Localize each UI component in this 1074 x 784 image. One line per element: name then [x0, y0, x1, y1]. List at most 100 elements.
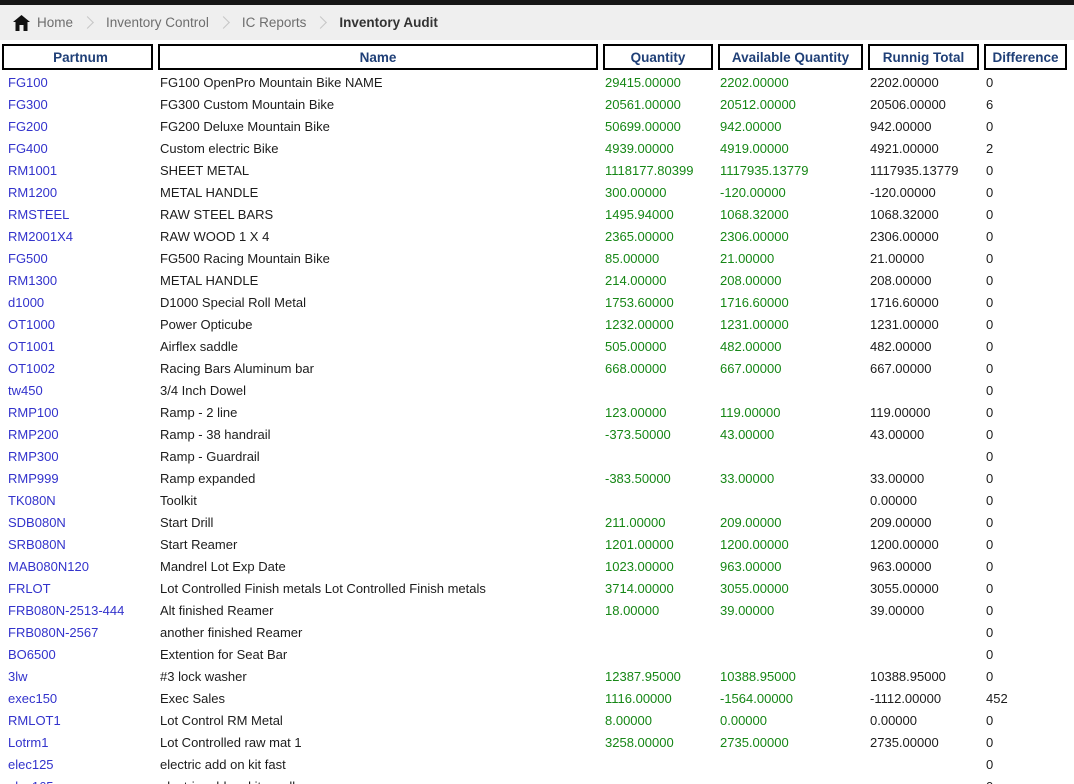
name-cell: Lot Controlled raw mat 1 — [158, 732, 598, 754]
running-total-cell: 2202.00000 — [868, 72, 979, 94]
difference-cell: 0 — [984, 160, 1067, 182]
quantity-cell: 211.00000 — [603, 512, 713, 534]
partnum-link[interactable]: FRB080N-2513-444 — [8, 603, 124, 618]
breadcrumb-item-inventory-control[interactable]: Inventory Control — [106, 15, 209, 30]
available-quantity-cell: 21.00000 — [718, 248, 863, 270]
partnum-link[interactable]: FG500 — [8, 251, 48, 266]
running-total-cell: 119.00000 — [868, 402, 979, 424]
quantity-cell: 1201.00000 — [603, 534, 713, 556]
partnum-link[interactable]: OT1000 — [8, 317, 55, 332]
partnum-link[interactable]: FRLOT — [8, 581, 51, 596]
quantity-cell: 214.00000 — [603, 270, 713, 292]
partnum-link[interactable]: RMP200 — [8, 427, 59, 442]
partnum-cell: RMSTEEL — [2, 204, 153, 226]
name-cell: Ramp expanded — [158, 468, 598, 490]
column-header-partnum[interactable]: Partnum — [2, 44, 153, 70]
difference-cell: 0 — [984, 710, 1067, 732]
partnum-link[interactable]: FRB080N-2567 — [8, 625, 98, 640]
name-cell: FG200 Deluxe Mountain Bike — [158, 116, 598, 138]
name-cell: Lot Controlled Finish metals Lot Control… — [158, 578, 598, 600]
partnum-cell: RM2001X4 — [2, 226, 153, 248]
partnum-link[interactable]: BO6500 — [8, 647, 56, 662]
name-cell: 3/4 Inch Dowel — [158, 380, 598, 402]
column-header-available-quantity[interactable]: Available Quantity — [718, 44, 863, 70]
partnum-link[interactable]: 3lw — [8, 669, 28, 684]
difference-cell: 0 — [984, 578, 1067, 600]
chevron-right-icon — [81, 16, 94, 29]
running-total-cell: 3055.00000 — [868, 578, 979, 600]
name-cell: electric add on kit fast — [158, 754, 598, 776]
name-cell: Exec Sales — [158, 688, 598, 710]
table-row: elec165 electric add on kit smaller 0 — [2, 776, 1074, 784]
quantity-cell: 18.00000 — [603, 600, 713, 622]
running-total-cell: 963.00000 — [868, 556, 979, 578]
column-header-running-total[interactable]: Runnig Total — [868, 44, 979, 70]
table-row: FG300 FG300 Custom Mountain Bike 20561.0… — [2, 94, 1074, 116]
partnum-link[interactable]: FG100 — [8, 75, 48, 90]
partnum-link[interactable]: elec125 — [8, 757, 54, 772]
partnum-link[interactable]: RM1200 — [8, 185, 57, 200]
partnum-link[interactable]: OT1002 — [8, 361, 55, 376]
table-row: RMP100 Ramp - 2 line 123.00000 119.00000… — [2, 402, 1074, 424]
available-quantity-cell: 10388.95000 — [718, 666, 863, 688]
column-header-quantity[interactable]: Quantity — [603, 44, 713, 70]
breadcrumb-item-home[interactable]: Home — [13, 15, 73, 31]
partnum-link[interactable]: TK080N — [8, 493, 56, 508]
quantity-cell: 1118177.80399 — [603, 160, 713, 182]
partnum-link[interactable]: RMP100 — [8, 405, 59, 420]
running-total-cell: 39.00000 — [868, 600, 979, 622]
partnum-link[interactable]: RM1001 — [8, 163, 57, 178]
partnum-link[interactable]: RMP300 — [8, 449, 59, 464]
name-cell: Alt finished Reamer — [158, 600, 598, 622]
breadcrumb-item-ic-reports[interactable]: IC Reports — [242, 15, 307, 30]
partnum-link[interactable]: MAB080N120 — [8, 559, 89, 574]
partnum-link[interactable]: d1000 — [8, 295, 44, 310]
partnum-link[interactable]: FG200 — [8, 119, 48, 134]
partnum-link[interactable]: elec165 — [8, 779, 54, 784]
partnum-cell: exec150 — [2, 688, 153, 710]
name-cell: Ramp - Guardrail — [158, 446, 598, 468]
quantity-cell: 1495.94000 — [603, 204, 713, 226]
table-row: FRB080N-2513-444 Alt finished Reamer 18.… — [2, 600, 1074, 622]
column-header-name[interactable]: Name — [158, 44, 598, 70]
available-quantity-cell: 119.00000 — [718, 402, 863, 424]
partnum-link[interactable]: SRB080N — [8, 537, 66, 552]
table-row: OT1001 Airflex saddle 505.00000 482.0000… — [2, 336, 1074, 358]
difference-cell: 0 — [984, 380, 1067, 402]
available-quantity-cell: 1117935.13779 — [718, 160, 863, 182]
partnum-link[interactable]: SDB080N — [8, 515, 66, 530]
breadcrumb: Home Inventory Control IC Reports Invent… — [0, 5, 1074, 40]
partnum-link[interactable]: tw450 — [8, 383, 43, 398]
partnum-link[interactable]: RM2001X4 — [8, 229, 73, 244]
partnum-link[interactable]: exec150 — [8, 691, 57, 706]
partnum-link[interactable]: RMSTEEL — [8, 207, 69, 222]
quantity-cell: 3258.00000 — [603, 732, 713, 754]
table-row: SDB080N Start Drill 211.00000 209.00000 … — [2, 512, 1074, 534]
column-header-difference[interactable]: Difference — [984, 44, 1067, 70]
partnum-link[interactable]: FG400 — [8, 141, 48, 156]
partnum-cell: FG400 — [2, 138, 153, 160]
partnum-link[interactable]: FG300 — [8, 97, 48, 112]
partnum-cell: RM1300 — [2, 270, 153, 292]
partnum-link[interactable]: OT1001 — [8, 339, 55, 354]
table-row: BO6500 Extention for Seat Bar 0 — [2, 644, 1074, 666]
difference-cell: 0 — [984, 226, 1067, 248]
difference-cell: 0 — [984, 534, 1067, 556]
difference-cell: 0 — [984, 402, 1067, 424]
partnum-link[interactable]: RM1300 — [8, 273, 57, 288]
partnum-link[interactable]: RMLOT1 — [8, 713, 61, 728]
difference-cell: 0 — [984, 732, 1067, 754]
table-row: OT1000 Power Opticube 1232.00000 1231.00… — [2, 314, 1074, 336]
running-total-cell: 209.00000 — [868, 512, 979, 534]
quantity-cell: 300.00000 — [603, 182, 713, 204]
table-row: d1000 D1000 Special Roll Metal 1753.6000… — [2, 292, 1074, 314]
partnum-link[interactable]: RMP999 — [8, 471, 59, 486]
available-quantity-cell: 1231.00000 — [718, 314, 863, 336]
quantity-cell: 8.00000 — [603, 710, 713, 732]
partnum-link[interactable]: Lotrm1 — [8, 735, 48, 750]
available-quantity-cell: 667.00000 — [718, 358, 863, 380]
difference-cell: 0 — [984, 358, 1067, 380]
name-cell: FG500 Racing Mountain Bike — [158, 248, 598, 270]
name-cell: electric add on kit smaller — [158, 776, 598, 784]
running-total-cell: 1200.00000 — [868, 534, 979, 556]
